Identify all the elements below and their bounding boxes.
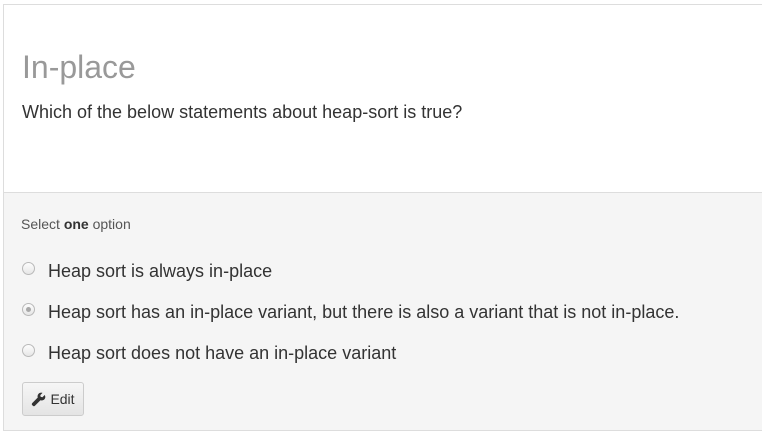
question-title: In-place: [22, 49, 136, 85]
radio-button[interactable]: [22, 343, 35, 357]
question-header: In-place Which of the below statements a…: [4, 5, 762, 193]
option-always-in-place[interactable]: Heap sort is always in-place: [22, 259, 272, 283]
answer-panel: Select one option Heap sort is always in…: [4, 193, 762, 430]
radio-button-selected[interactable]: [22, 302, 35, 316]
instruction-prefix: Select: [21, 216, 64, 232]
option-label: Heap sort is always in-place: [48, 261, 273, 281]
option-label: Heap sort does not have an in-place vari…: [48, 343, 397, 363]
question-card: In-place Which of the below statements a…: [3, 4, 762, 431]
option-no-in-place-variant[interactable]: Heap sort does not have an in-place vari…: [22, 341, 396, 365]
radio-button[interactable]: [22, 261, 35, 275]
edit-label: Edit: [50, 391, 75, 407]
wrench-icon: [31, 392, 46, 407]
instruction-emphasis: one: [63, 216, 89, 232]
question-prompt: Which of the below statements about heap…: [22, 102, 463, 122]
instruction-suffix: option: [88, 216, 131, 232]
option-in-place-variant[interactable]: Heap sort has an in-place variant, but t…: [22, 300, 679, 324]
answer-instruction: Select one option: [21, 216, 131, 232]
edit-button[interactable]: Edit: [22, 382, 84, 416]
option-label: Heap sort has an in-place variant, but t…: [48, 302, 680, 322]
